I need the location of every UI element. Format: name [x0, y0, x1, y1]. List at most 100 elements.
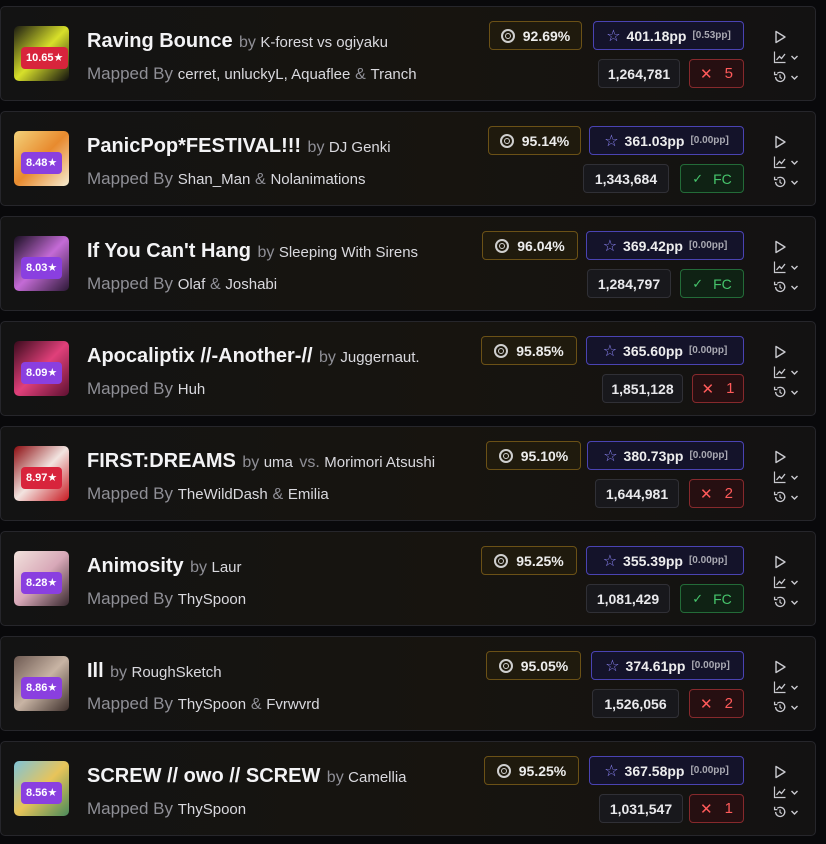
score-pill[interactable]: 1,644,981: [595, 479, 679, 508]
score-row[interactable]: 8.03★ If You Can't Hang by Sleeping With …: [0, 216, 816, 311]
history-button[interactable]: [773, 594, 807, 610]
accuracy-pill[interactable]: 96.04%: [482, 231, 578, 260]
score-pill[interactable]: 1,081,429: [586, 584, 670, 613]
pp-pill[interactable]: ☆ 365.60pp [0.00pp]: [586, 336, 744, 365]
score-pill[interactable]: 1,031,547: [599, 794, 683, 823]
title-line: Raving Bounce by K-forest vs ogiyaku: [87, 29, 388, 55]
history-button[interactable]: [773, 279, 807, 295]
song-title[interactable]: Raving Bounce: [87, 30, 233, 52]
play-button[interactable]: [773, 554, 807, 570]
song-title[interactable]: Apocaliptix //-Another-//: [87, 345, 313, 367]
accuracy-pill[interactable]: 95.25%: [481, 546, 577, 575]
mapper-name[interactable]: ThySpoon: [178, 591, 246, 608]
score-row[interactable]: 8.56★ SCREW // owo // SCREW by Camellia M…: [0, 741, 816, 836]
graph-button[interactable]: [773, 679, 807, 695]
history-button[interactable]: [773, 384, 807, 400]
full-combo-pill[interactable]: ✓ FC: [680, 164, 744, 193]
graph-button[interactable]: [773, 469, 807, 485]
score-pill[interactable]: 1,284,797: [587, 269, 671, 298]
miss-count-pill[interactable]: ✕ 1: [692, 374, 744, 403]
score-row[interactable]: 8.09★ Apocaliptix //-Another-// by Jugger…: [0, 321, 816, 416]
history-button[interactable]: [773, 804, 807, 820]
fc-label: FC: [713, 275, 732, 292]
graph-button[interactable]: [773, 574, 807, 590]
score-row[interactable]: 8.28★ Animosity by Laur Mapped By ThySpoo…: [0, 531, 816, 626]
history-button[interactable]: [773, 174, 807, 190]
score-row[interactable]: 8.97★ FIRST:DREAMS by uma vs. Morimori At…: [0, 426, 816, 521]
play-button[interactable]: [773, 344, 807, 360]
mapper-name[interactable]: Nolanimations: [270, 171, 365, 188]
pp-pill[interactable]: ☆ 369.42pp [0.00pp]: [586, 231, 744, 260]
mapper-name[interactable]: TheWildDash: [178, 486, 268, 503]
play-button[interactable]: [773, 764, 807, 780]
pp-value: 361.03pp: [624, 132, 685, 149]
history-button[interactable]: [773, 489, 807, 505]
miss-count-pill[interactable]: ✕ 5: [689, 59, 744, 88]
accuracy-pill[interactable]: 95.85%: [481, 336, 577, 365]
miss-count-pill[interactable]: ✕ 2: [689, 479, 744, 508]
pp-pill[interactable]: ☆ 374.61pp [0.00pp]: [591, 651, 744, 680]
pp-pill[interactable]: ☆ 380.73pp [0.00pp]: [587, 441, 744, 470]
score-pill[interactable]: 1,264,781: [598, 59, 680, 88]
pp-pill[interactable]: ☆ 361.03pp [0.00pp]: [589, 126, 744, 155]
play-button[interactable]: [773, 134, 807, 150]
history-button[interactable]: [773, 69, 807, 85]
history-icon: [773, 595, 787, 609]
full-combo-pill[interactable]: ✓ FC: [680, 584, 744, 613]
mapper-name[interactable]: Olaf: [178, 276, 206, 293]
play-button[interactable]: [773, 449, 807, 465]
history-button[interactable]: [773, 699, 807, 715]
check-icon: ✓: [692, 275, 704, 291]
x-icon: ✕: [700, 695, 713, 713]
mapper-name[interactable]: ThySpoon: [178, 696, 246, 713]
accuracy-pill[interactable]: 95.14%: [488, 126, 581, 155]
play-button[interactable]: [773, 659, 807, 675]
graph-button[interactable]: [773, 154, 807, 170]
mapper-name[interactable]: Shan_Man: [178, 171, 251, 188]
chevron-down-icon: [790, 53, 799, 62]
miss-count-pill[interactable]: ✕ 2: [689, 689, 744, 718]
full-combo-pill[interactable]: ✓ FC: [680, 269, 744, 298]
pp-pill[interactable]: ☆ 367.58pp [0.00pp]: [589, 756, 744, 785]
score-value: 1,526,056: [604, 695, 667, 712]
accuracy-pill[interactable]: 95.10%: [486, 441, 581, 470]
accuracy-value: 95.10%: [520, 447, 569, 464]
difficulty-badge: 8.03★: [21, 257, 63, 279]
score-pill[interactable]: 1,343,684: [583, 164, 669, 193]
mapper-name[interactable]: cerret, unluckyL, Aquaflee: [178, 66, 351, 83]
accuracy-pill[interactable]: 95.05%: [486, 651, 581, 680]
accuracy-pill[interactable]: 92.69%: [489, 21, 582, 50]
song-title[interactable]: Animosity: [87, 555, 184, 577]
score-row[interactable]: 8.86★ Ill by RoughSketch Mapped By ThySpo…: [0, 636, 816, 731]
play-button[interactable]: [773, 29, 807, 45]
mapper-line: Mapped By Huh: [87, 378, 205, 401]
score-row[interactable]: 10.65★ Raving Bounce by K-forest vs ogiya…: [0, 6, 816, 101]
score-value: 1,264,781: [607, 65, 671, 82]
song-title[interactable]: Ill: [87, 660, 104, 682]
mapper-name[interactable]: Emilia: [288, 486, 329, 503]
graph-button[interactable]: [773, 784, 807, 800]
accuracy-value: 95.25%: [518, 762, 567, 779]
song-title[interactable]: SCREW // owo // SCREW: [87, 765, 320, 787]
play-icon: [773, 765, 787, 779]
song-title[interactable]: FIRST:DREAMS: [87, 450, 236, 472]
graph-button[interactable]: [773, 259, 807, 275]
mapper-name[interactable]: Joshabi: [225, 276, 277, 293]
score-pill[interactable]: 1,851,128: [602, 374, 683, 403]
pp-pill[interactable]: ☆ 401.18pp [0.53pp]: [593, 21, 744, 50]
mapper-name[interactable]: Huh: [178, 381, 206, 398]
score-row[interactable]: 8.48★ PanicPop*FESTIVAL!!! by DJ Genki Ma…: [0, 111, 816, 206]
fc-label: FC: [713, 590, 732, 607]
graph-button[interactable]: [773, 49, 807, 65]
song-title[interactable]: If You Can't Hang: [87, 240, 251, 262]
pp-pill[interactable]: ☆ 355.39pp [0.00pp]: [586, 546, 744, 575]
graph-button[interactable]: [773, 364, 807, 380]
play-button[interactable]: [773, 239, 807, 255]
miss-count-pill[interactable]: ✕ 1: [689, 794, 744, 823]
mapper-name[interactable]: Fvrwvrd: [266, 696, 319, 713]
song-title[interactable]: PanicPop*FESTIVAL!!!: [87, 135, 301, 157]
score-pill[interactable]: 1,526,056: [592, 689, 679, 718]
accuracy-pill[interactable]: 95.25%: [484, 756, 579, 785]
mapper-name[interactable]: Tranch: [370, 66, 416, 83]
mapper-name[interactable]: ThySpoon: [178, 801, 246, 818]
